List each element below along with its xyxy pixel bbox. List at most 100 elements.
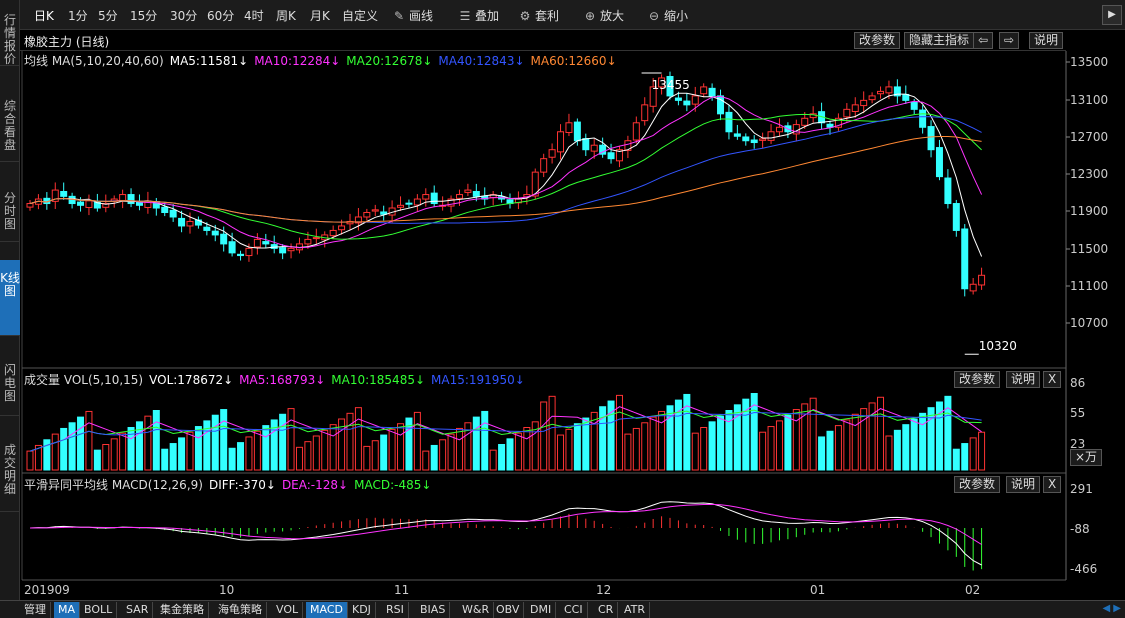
volume-bar bbox=[540, 401, 548, 471]
candle-body bbox=[691, 95, 699, 105]
volume-bar bbox=[85, 410, 93, 471]
kline-chart[interactable]: 13455 10320 bbox=[0, 0, 1125, 600]
candle-body bbox=[540, 158, 548, 173]
volume-bar bbox=[902, 424, 910, 471]
volume-bar bbox=[582, 417, 590, 471]
volume-bar bbox=[245, 436, 253, 471]
indicator-tab-6[interactable]: VOL bbox=[272, 602, 304, 618]
candle-body bbox=[144, 200, 152, 208]
volume-bar bbox=[506, 438, 514, 471]
candle-body bbox=[767, 131, 775, 141]
volume-bar bbox=[77, 416, 85, 471]
indicator-tab-9[interactable]: RSI bbox=[382, 602, 409, 618]
candle-body bbox=[868, 95, 876, 101]
indicator-tab-16[interactable]: ATR bbox=[620, 602, 651, 618]
volume-bar bbox=[952, 448, 960, 471]
volume-bar bbox=[775, 420, 783, 471]
volume-bar bbox=[447, 433, 455, 471]
volume-bar bbox=[834, 425, 842, 471]
candle-body bbox=[851, 104, 859, 112]
candle-body bbox=[607, 152, 615, 160]
indicator-tab-13[interactable]: DMI bbox=[526, 602, 557, 618]
candle-body bbox=[531, 171, 539, 197]
candle-body bbox=[885, 86, 893, 94]
volume-bar bbox=[186, 431, 194, 471]
indicator-tab-0[interactable]: 管理 bbox=[20, 602, 51, 618]
candle-body bbox=[60, 191, 68, 197]
volume-bar bbox=[700, 427, 708, 471]
volume-bar bbox=[717, 415, 725, 471]
candle-body bbox=[742, 136, 750, 142]
candle-body bbox=[952, 203, 960, 231]
candle-body bbox=[186, 220, 194, 227]
indicator-tab-1[interactable]: MA bbox=[54, 602, 81, 618]
candle-body bbox=[877, 90, 885, 95]
volume-bar bbox=[472, 416, 480, 471]
candle-body bbox=[371, 209, 379, 212]
candle-body bbox=[253, 238, 261, 248]
volume-bar bbox=[287, 408, 295, 471]
indicator-tab-12[interactable]: OBV bbox=[492, 602, 525, 618]
indicator-tab-7[interactable]: MACD bbox=[306, 602, 348, 618]
candle-body bbox=[548, 149, 556, 158]
candle-body bbox=[759, 138, 767, 141]
candle-body bbox=[919, 109, 927, 128]
volume-bar bbox=[295, 446, 303, 471]
candle-body bbox=[927, 126, 935, 151]
volume-bar bbox=[573, 423, 581, 471]
candle-body bbox=[26, 203, 34, 208]
volume-bar bbox=[919, 412, 927, 471]
candle-body bbox=[843, 108, 851, 118]
volume-bar bbox=[354, 407, 362, 471]
indicator-tab-3[interactable]: SAR bbox=[122, 602, 154, 618]
volume-bar bbox=[455, 427, 463, 471]
volume-bar bbox=[759, 431, 767, 471]
volume-bar bbox=[388, 428, 396, 471]
indicator-tab-5[interactable]: 海龟策略 bbox=[214, 602, 267, 618]
volume-bar bbox=[489, 449, 497, 471]
candle-body bbox=[211, 230, 219, 236]
candle-body bbox=[708, 87, 716, 97]
candle-body bbox=[455, 194, 463, 199]
volume-bar bbox=[380, 434, 388, 471]
indicator-tab-10[interactable]: BIAS bbox=[416, 602, 451, 618]
candle-body bbox=[557, 131, 565, 153]
candle-body bbox=[413, 198, 421, 206]
indicator-tab-8[interactable]: KDJ bbox=[348, 602, 376, 618]
candle-body bbox=[119, 194, 127, 201]
volume-bar bbox=[253, 430, 261, 471]
volume-bar bbox=[439, 439, 447, 471]
indicator-tab-bar: ◀ ▶ 管理 MA BOLL SAR 集金策略 海龟策略 VOL MACD KDJ RSI BIAS… bbox=[0, 600, 1125, 618]
volume-bar bbox=[397, 423, 405, 471]
candle-body bbox=[565, 122, 573, 133]
volume-bar bbox=[169, 443, 177, 471]
volume-bar bbox=[658, 410, 666, 471]
volume-bar bbox=[110, 438, 118, 471]
candle-body bbox=[304, 238, 312, 245]
indicator-tab-4[interactable]: 集金策略 bbox=[156, 602, 209, 618]
volume-bar bbox=[691, 432, 699, 471]
volume-bar bbox=[557, 434, 565, 471]
volume-bar bbox=[809, 397, 817, 471]
indicator-tab-15[interactable]: CR bbox=[594, 602, 619, 618]
indicator-tab-2[interactable]: BOLL bbox=[80, 602, 118, 618]
candle-body bbox=[169, 209, 177, 218]
volume-bar bbox=[321, 429, 329, 471]
volume-bar bbox=[178, 437, 186, 471]
candle-body bbox=[430, 192, 438, 205]
candle-body bbox=[961, 228, 969, 290]
volume-bar bbox=[978, 431, 986, 471]
indicator-tab-14[interactable]: CCI bbox=[560, 602, 588, 618]
candle-body bbox=[944, 177, 952, 205]
candle-body bbox=[700, 86, 708, 95]
candle-body bbox=[203, 226, 211, 231]
tab-scroll-arrows[interactable]: ◀ ▶ bbox=[1102, 603, 1121, 614]
candle-body bbox=[860, 99, 868, 107]
candle-body bbox=[683, 100, 691, 106]
candle-body bbox=[590, 144, 598, 152]
volume-bar bbox=[26, 450, 34, 471]
candle-body bbox=[220, 233, 228, 245]
indicator-tab-11[interactable]: W&R bbox=[458, 602, 495, 618]
candle-body bbox=[632, 122, 640, 141]
volume-bar bbox=[843, 419, 851, 471]
